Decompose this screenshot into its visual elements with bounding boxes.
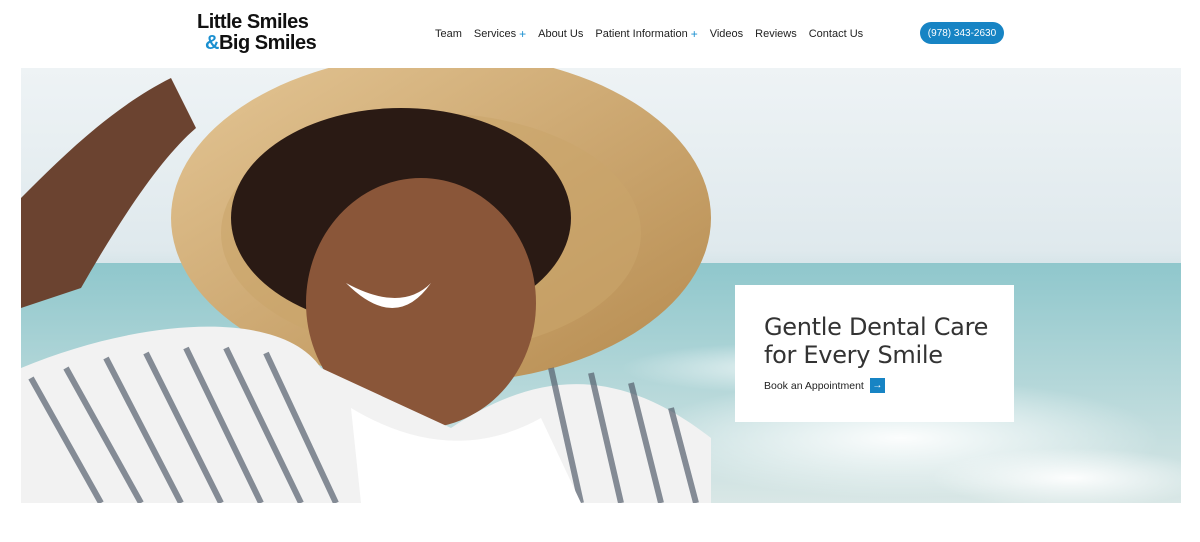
nav-item-videos[interactable]: Videos <box>710 28 743 40</box>
plus-icon: + <box>690 27 698 41</box>
logo-line1: Little Smiles <box>197 11 309 33</box>
logo[interactable]: Little Smiles &Big Smiles <box>197 11 337 55</box>
nav-item-label: About Us <box>538 28 584 40</box>
book-appointment-link[interactable]: Book an Appointment → <box>764 378 885 393</box>
nav-item-contact-us[interactable]: Contact Us <box>809 28 863 40</box>
book-appointment-label: Book an Appointment <box>764 379 864 392</box>
nav-item-patient-information[interactable]: Patient Information + <box>595 28 697 40</box>
hero-banner: Gentle Dental Care for Every Smile Book … <box>21 68 1181 503</box>
arrow-right-icon: → <box>869 378 885 393</box>
nav-item-team[interactable]: Team <box>435 28 462 40</box>
nav-item-label: Patient Information <box>595 28 688 40</box>
hero-card: Gentle Dental Care for Every Smile Book … <box>735 285 1014 422</box>
phone-button[interactable]: (978) 343-2630 <box>920 22 1004 44</box>
hero-title: Gentle Dental Care for Every Smile <box>764 313 989 369</box>
plus-icon: + <box>519 27 527 41</box>
nav-item-label: Team <box>435 28 462 40</box>
nav-item-label: Services <box>473 28 517 40</box>
logo-line2: &Big Smiles <box>205 32 317 54</box>
logo-line2-text: Big Smiles <box>218 32 317 54</box>
nav-item-reviews[interactable]: Reviews <box>755 28 797 40</box>
nav-item-services[interactable]: Services + <box>474 28 526 40</box>
logo-ampersand: & <box>205 32 219 54</box>
nav-item-label: Videos <box>709 28 744 40</box>
nav-item-label: Contact Us <box>808 28 864 40</box>
site-header: Little Smiles &Big Smiles Team Services +… <box>0 0 1200 68</box>
main-nav: Team Services + About Us Patient Informat… <box>435 26 863 42</box>
nav-item-about-us[interactable]: About Us <box>538 28 583 40</box>
nav-item-label: Reviews <box>755 28 797 40</box>
